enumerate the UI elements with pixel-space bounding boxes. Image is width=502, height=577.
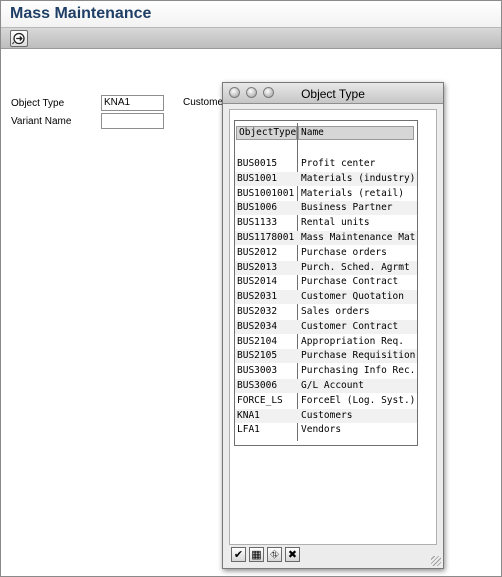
object-type-name: Purchase Contract	[301, 276, 399, 288]
find-button[interactable]: ▦	[249, 547, 264, 562]
list-item[interactable]: BUS0015 Profit center	[235, 157, 417, 171]
variant-name-field[interactable]	[101, 113, 164, 129]
page-title: Mass Maintenance	[10, 5, 152, 22]
object-type-key: BUS2012	[237, 246, 278, 258]
object-type-key: BUS2031	[237, 291, 278, 303]
checkmark-button[interactable]: ✔	[231, 547, 246, 562]
object-type-field[interactable]: KNA1	[101, 95, 164, 111]
object-type-name: ForceEl (Log. Syst.)	[301, 394, 415, 406]
object-type-list: ObjectType Name BUS0015 Profit center BUS1…	[234, 120, 418, 446]
object-type-key: BUS2104	[237, 335, 278, 347]
cancel-button[interactable]: ✖	[285, 547, 300, 562]
variant-name-label: Variant Name	[11, 116, 72, 127]
column-header-objecttype[interactable]: ObjectType	[236, 126, 297, 140]
object-type-name: Purchase Requisition	[301, 350, 415, 362]
binoculars-icon: ⛗	[270, 549, 279, 561]
list-item[interactable]: BUS2014 Purchase Contract	[235, 275, 417, 289]
list-item[interactable]: BUS1178001 Mass Maintenance Mat	[235, 231, 417, 245]
execute-icon	[12, 32, 25, 45]
dialog-title-bar[interactable]: Object Type	[223, 83, 443, 104]
list-item[interactable]: BUS2104 Appropriation Req.	[235, 335, 417, 349]
object-type-key: BUS2014	[237, 276, 278, 288]
object-type-name: Profit center	[301, 158, 376, 169]
object-type-key: BUS1001001	[237, 187, 295, 199]
checkmark-icon: ✔	[233, 549, 244, 561]
object-type-name: Sales orders	[301, 306, 370, 317]
object-type-key: LFA1	[237, 424, 260, 436]
object-type-key: BUS0015	[237, 158, 278, 169]
object-type-key: BUS1133	[237, 217, 278, 229]
object-type-name: Customer Quotation	[301, 291, 404, 303]
dialog-footer: ✔ ▦ ⛗ ✖	[223, 542, 443, 568]
dialog-content: ObjectType Name BUS0015 Profit center BUS1…	[229, 109, 437, 545]
mass-maintenance-window: Mass Maintenance Object Type KNA1 Varian…	[0, 0, 502, 577]
list-item[interactable]: BUS1133 Rental units	[235, 216, 417, 230]
list-item[interactable]: BUS2031 Customer Quotation	[235, 290, 417, 305]
application-toolbar	[1, 28, 501, 49]
object-type-label: Object Type	[11, 98, 65, 109]
object-type-name: Materials (retail)	[301, 187, 404, 199]
object-type-key: BUS1006	[237, 202, 278, 214]
list-item[interactable]: BUS2032 Sales orders	[235, 305, 417, 319]
object-type-key: BUS2013	[237, 261, 278, 273]
object-type-name: Vendors	[301, 424, 342, 436]
object-type-key: BUS1001	[237, 172, 278, 184]
find-icon: ▦	[251, 549, 262, 561]
execute-button[interactable]	[10, 30, 28, 47]
list-item[interactable]: BUS1006 Business Partner	[235, 201, 417, 216]
object-type-key: BUS2032	[237, 306, 278, 317]
object-type-key: BUS2105	[237, 350, 278, 362]
cancel-icon: ✖	[287, 549, 298, 561]
object-type-name: Customers	[301, 409, 353, 421]
list-item[interactable]: BUS2034 Customer Contract	[235, 319, 417, 334]
object-type-key: BUS1178001	[237, 232, 295, 243]
object-type-name: Mass Maintenance Mat	[301, 232, 415, 243]
list-item[interactable]: BUS1001 Materials (industry)	[235, 171, 417, 186]
column-header-name[interactable]: Name	[298, 126, 414, 140]
list-item[interactable]: BUS3006 G/L Account	[235, 379, 417, 393]
dialog-title: Object Type	[301, 87, 365, 101]
resize-grip-icon[interactable]	[431, 556, 441, 566]
object-type-name: G/L Account	[301, 380, 364, 391]
list-item[interactable]: BUS1001001 Materials (retail)	[235, 187, 417, 201]
object-type-name: Purchase orders	[301, 246, 387, 258]
binoculars-button[interactable]: ⛗	[267, 547, 282, 562]
object-type-name: Purch. Sched. Agrmt	[301, 261, 410, 273]
list-item[interactable]: KNA1 Customers	[235, 408, 417, 423]
object-type-dialog: Object Type ObjectType Name BUS0015 Profi…	[222, 82, 444, 569]
object-type-name: Rental units	[301, 217, 370, 229]
list-item[interactable]: FORCE_LS ForceEl (Log. Syst.)	[235, 394, 417, 408]
object-type-key: KNA1	[237, 409, 260, 421]
list-item[interactable]: BUS2105 Purchase Requisition	[235, 349, 417, 364]
object-type-name: Customer Contract	[301, 320, 399, 332]
list-item[interactable]: BUS2012 Purchase orders	[235, 246, 417, 260]
title-bar: Mass Maintenance	[1, 1, 501, 28]
object-type-key: BUS3003	[237, 365, 278, 377]
customer-label: Customer	[183, 97, 227, 108]
object-type-name: Business Partner	[301, 202, 393, 214]
list-item[interactable]: BUS2013 Purch. Sched. Agrmt	[235, 260, 417, 275]
object-type-key: BUS3006	[237, 380, 278, 391]
list-item[interactable]: LFA1 Vendors	[235, 423, 417, 437]
object-type-name: Purchasing Info Rec.	[301, 365, 415, 377]
object-type-key: FORCE_LS	[237, 394, 283, 406]
object-type-key: BUS2034	[237, 320, 278, 332]
list-item[interactable]: BUS3003 Purchasing Info Rec.	[235, 364, 417, 378]
object-type-name: Appropriation Req.	[301, 335, 404, 347]
object-type-name: Materials (industry)	[301, 172, 415, 184]
